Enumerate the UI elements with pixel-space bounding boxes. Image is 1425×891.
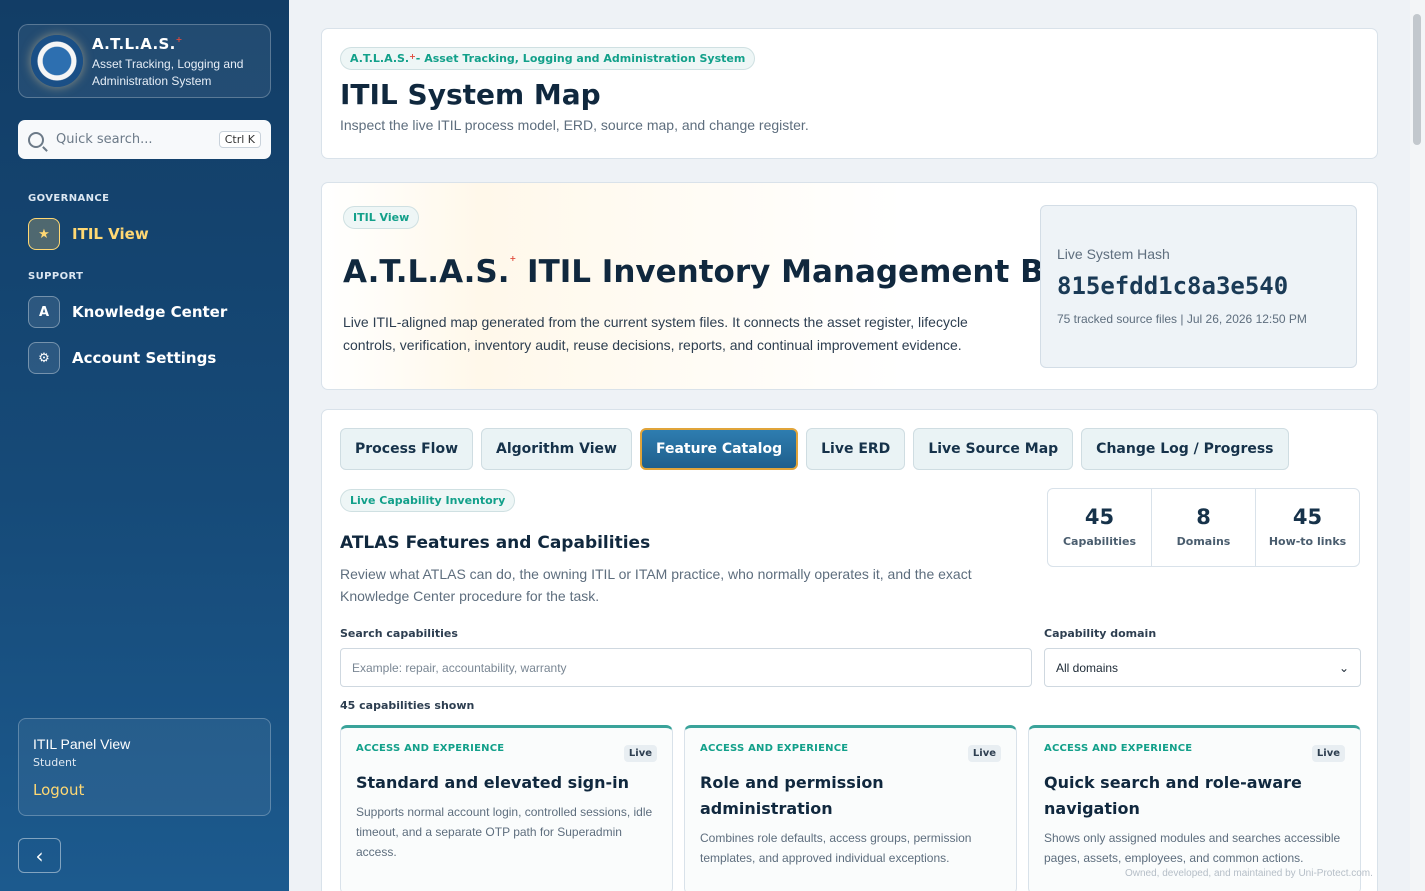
domain-label: Capability domain (1044, 627, 1157, 640)
chevron-down-icon: ⌄ (1338, 660, 1349, 675)
live-badge: Live (1311, 745, 1345, 762)
system-hash-panel: Live System Hash 815efdd1c8a3e540 75 tra… (1040, 205, 1357, 368)
system-pill: A.T.L.A.S.+- Asset Tracking, Logging and… (340, 47, 756, 70)
sidebar: A.T.L.A.S.+ Asset Tracking, Logging and … (0, 0, 289, 891)
card-domain: ACCESS AND EXPERIENCE (356, 743, 505, 754)
collapse-sidebar-button[interactable]: ‹ (18, 838, 61, 873)
atlas-logo (31, 35, 83, 87)
shortcut-badge: Ctrl K (218, 131, 261, 148)
card-description: Shows only assigned modules and searches… (1044, 831, 1341, 865)
nav-label: Account Settings (72, 349, 217, 367)
page-scrollbar[interactable] (1410, 0, 1425, 891)
card-description: Supports normal account login, controlle… (356, 805, 653, 859)
user-role: Student (33, 756, 77, 769)
section-governance: GOVERNANCE (28, 193, 110, 204)
card-title: Role and permission administration (700, 773, 884, 818)
domain-select[interactable]: All domains ⌄ (1044, 648, 1361, 687)
card-domain: ACCESS AND EXPERIENCE (1044, 743, 1193, 754)
card-description: Combines role defaults, access groups, p… (700, 831, 972, 865)
stat-howto-links: 45 How-to links (1268, 505, 1347, 548)
page-subtitle: Inspect the live ITIL process model, ERD… (340, 117, 809, 133)
page-title: ITIL System Map (340, 78, 601, 111)
itil-view-pill: ITIL View (343, 206, 420, 229)
board-description: Live ITIL-aligned map generated from the… (343, 314, 968, 353)
footer-credit: Owned, developed, and maintained by Uni-… (1125, 868, 1373, 879)
tab-feature-catalog[interactable]: Feature Catalog (639, 428, 799, 470)
nav-account-settings[interactable]: ⚙ Account Settings (28, 342, 216, 374)
capability-card[interactable]: ACCESS AND EXPERIENCE Live Quick search … (1028, 725, 1361, 891)
badge-icon: ★ (28, 218, 60, 250)
nav-label: ITIL View (72, 225, 149, 243)
capability-card[interactable]: ACCESS AND EXPERIENCE Live Role and perm… (684, 725, 1017, 891)
nav-itil-view[interactable]: ★ ITIL View (28, 218, 149, 250)
nav-knowledge-center[interactable]: A Knowledge Center (28, 296, 227, 328)
capability-search-input[interactable]: Example: repair, accountability, warrant… (340, 648, 1032, 687)
settings-icon: ⚙ (28, 342, 60, 374)
catalog-description: Review what ATLAS can do, the owning ITI… (340, 566, 972, 604)
tab-algorithm-view[interactable]: Algorithm View (481, 428, 632, 470)
brand-title: A.T.L.A.S.+ (92, 35, 183, 53)
brand-block[interactable]: A.T.L.A.S.+ Asset Tracking, Logging and … (18, 24, 271, 98)
user-view: ITIL Panel View (33, 736, 131, 752)
hash-value: 815efdd1c8a3e540 (1057, 272, 1289, 300)
hash-meta: 75 tracked source files | Jul 26, 2026 1… (1057, 312, 1307, 326)
chevron-left-icon: ‹ (35, 843, 44, 868)
logout-link[interactable]: Logout (33, 781, 256, 799)
capability-card[interactable]: ACCESS AND EXPERIENCE Live Standard and … (340, 725, 673, 891)
catalog-stats: 45 Capabilities 8 Domains 45 How-to links (1047, 488, 1360, 567)
hero-card: ITIL View A.T.L.A.S.+ ITIL Inventory Man… (321, 182, 1378, 390)
tab-live-source-map[interactable]: Live Source Map (913, 428, 1074, 470)
live-badge: Live (623, 745, 657, 762)
book-icon: A (28, 296, 60, 328)
search-label: Search capabilities (340, 627, 458, 640)
board-title: A.T.L.A.S.+ ITIL Inventory Management Bo… (343, 254, 1124, 290)
hash-label: Live System Hash (1057, 246, 1170, 262)
stat-capabilities: 45 Capabilities (1048, 489, 1152, 566)
card-title: Standard and elevated sign-in (356, 773, 630, 792)
quick-search[interactable]: Quick search... Ctrl K (18, 120, 271, 159)
brand-subtitle: Asset Tracking, Logging and Administrati… (92, 57, 244, 88)
section-support: SUPPORT (28, 271, 84, 282)
page-header: A.T.L.A.S.+- Asset Tracking, Logging and… (321, 28, 1378, 159)
stat-domains: 8 Domains (1152, 489, 1256, 566)
capability-pill: Live Capability Inventory (340, 489, 516, 512)
quick-search-placeholder: Quick search... (56, 132, 153, 147)
shown-count: 45 capabilities shown (340, 699, 475, 712)
nav-label: Knowledge Center (72, 303, 228, 321)
live-badge: Live (967, 745, 1001, 762)
user-panel: ITIL Panel View Student Logout (18, 718, 271, 816)
tab-process-flow[interactable]: Process Flow (340, 428, 474, 470)
tab-change-log[interactable]: Change Log / Progress (1081, 428, 1289, 470)
tab-live-erd[interactable]: Live ERD (806, 428, 906, 470)
card-title: Quick search and role-aware navigation (1044, 773, 1302, 818)
view-tabs: Process Flow Algorithm View Feature Cata… (340, 428, 1289, 470)
scrollbar-thumb[interactable] (1413, 14, 1421, 145)
catalog-title: ATLAS Features and Capabilities (340, 533, 651, 553)
catalog-panel: Process Flow Algorithm View Feature Cata… (321, 409, 1378, 891)
card-domain: ACCESS AND EXPERIENCE (700, 743, 849, 754)
search-icon (28, 131, 44, 148)
